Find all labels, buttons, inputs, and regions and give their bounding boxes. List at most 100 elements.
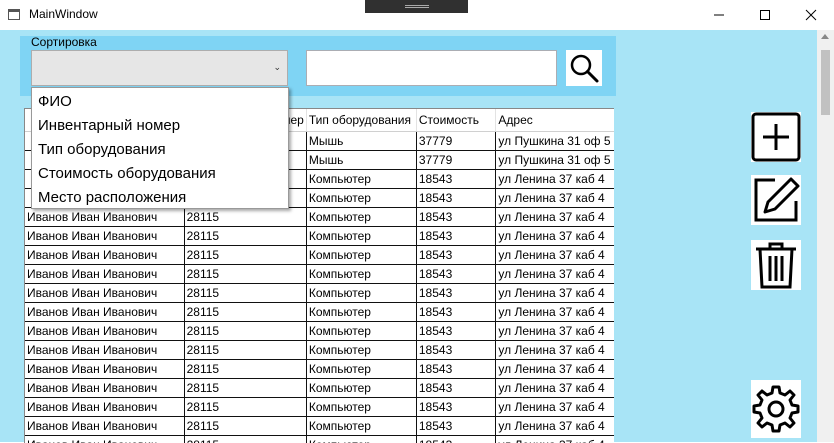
table-cell: 28115 — [184, 359, 307, 379]
table-cell: ул Ленина 37 каб 4 — [495, 188, 614, 208]
table-cell: ул Ленина 37 каб 4 — [495, 245, 614, 265]
table-cell: 18543 — [416, 188, 497, 208]
table-cell: 18543 — [416, 340, 497, 360]
table-cell: Иванов Иван Иванович — [25, 302, 185, 322]
table-cell: 28115 — [184, 245, 307, 265]
table-row[interactable]: Иванов Иван Иванович28115Компьютер18543у… — [25, 416, 614, 436]
table-cell: Компьютер — [306, 321, 417, 341]
table-cell: Иванов Иван Иванович — [25, 264, 185, 284]
table-cell: ул Ленина 37 каб 4 — [495, 226, 614, 246]
table-cell: 28115 — [184, 340, 307, 360]
table-cell: Иванов Иван Иванович — [25, 416, 185, 436]
plus-icon — [751, 112, 801, 162]
close-button[interactable] — [788, 0, 834, 30]
table-cell: ул Ленина 37 каб 4 — [495, 416, 614, 436]
search-icon — [570, 54, 599, 83]
table-cell: Компьютер — [306, 207, 417, 227]
table-cell: 28115 — [184, 321, 307, 341]
table-cell: ул Ленина 37 каб 4 — [495, 264, 614, 284]
maximize-button[interactable] — [742, 0, 788, 30]
table-cell: 28115 — [184, 378, 307, 398]
minimize-icon — [714, 14, 724, 16]
table-cell: 28115 — [184, 264, 307, 284]
search-input[interactable] — [306, 50, 557, 86]
table-row[interactable]: Иванов Иван Иванович28115Компьютер18543у… — [25, 359, 614, 379]
table-cell: Иванов Иван Иванович — [25, 340, 185, 360]
scroll-up-arrow-icon[interactable] — [821, 34, 829, 39]
table-cell: Компьютер — [306, 378, 417, 398]
table-cell: 18543 — [416, 397, 497, 417]
table-cell: Компьютер — [306, 397, 417, 417]
table-cell: 18543 — [416, 283, 497, 303]
table-cell: ул Ленина 37 каб 4 — [495, 340, 614, 360]
column-header[interactable]: Тип оборудования — [306, 109, 417, 132]
table-cell: ул Ленина 37 каб 4 — [495, 397, 614, 417]
column-header[interactable]: Стоимость — [416, 109, 497, 132]
table-row[interactable]: Иванов Иван Иванович28115Компьютер18543у… — [25, 245, 614, 265]
table-row[interactable]: Иванов Иван Иванович28115Компьютер18543у… — [25, 321, 614, 341]
scrollbar-thumb[interactable] — [821, 50, 830, 115]
settings-button[interactable] — [751, 380, 801, 438]
table-cell: 18543 — [416, 359, 497, 379]
table-cell: 28115 — [184, 416, 307, 436]
sort-combobox[interactable]: ⌄ — [31, 50, 288, 86]
snap-grip-handle[interactable] — [365, 0, 468, 13]
table-cell: Иванов Иван Иванович — [25, 226, 185, 246]
table-cell: ул Ленина 37 каб 4 — [495, 302, 614, 322]
column-header[interactable]: Адрес — [495, 109, 614, 132]
table-row[interactable]: Иванов Иван Иванович28115Компьютер18543у… — [25, 378, 614, 398]
delete-button[interactable] — [751, 240, 801, 290]
table-row[interactable]: Иванов Иван Иванович28115Компьютер18543у… — [25, 264, 614, 284]
table-cell: Мышь — [306, 150, 417, 170]
table-row[interactable]: Иванов Иван Иванович28115Компьютер18543у… — [25, 283, 614, 303]
table-cell: 18543 — [416, 321, 497, 341]
table-cell: Компьютер — [306, 359, 417, 379]
table-cell: Компьютер — [306, 283, 417, 303]
table-cell: ул Пушкина 31 оф 5 — [495, 131, 614, 151]
table-cell: Компьютер — [306, 188, 417, 208]
table-cell: 18543 — [416, 245, 497, 265]
table-cell: Компьютер — [306, 226, 417, 246]
gear-icon — [752, 385, 800, 433]
dropdown-option[interactable]: ФИО — [32, 90, 288, 114]
table-row[interactable]: Иванов Иван Иванович28115Компьютер18543у… — [25, 302, 614, 322]
add-button[interactable] — [751, 112, 801, 162]
dropdown-option[interactable]: Тип оборудования — [32, 138, 288, 162]
table-cell: 18543 — [416, 378, 497, 398]
pencil-edit-icon — [754, 177, 800, 222]
table-cell: 18543 — [416, 416, 497, 436]
edit-button[interactable] — [751, 175, 801, 225]
window-vertical-scrollbar[interactable] — [817, 30, 834, 442]
trash-icon — [756, 242, 796, 289]
table-cell: Иванов Иван Иванович — [25, 397, 185, 417]
table-cell: 37779 — [416, 131, 497, 151]
table-cell: 28115 — [184, 226, 307, 246]
table-cell: 18543 — [416, 302, 497, 322]
chevron-down-icon: ⌄ — [273, 63, 281, 73]
table-cell: ул Ленина 37 каб 4 — [495, 321, 614, 341]
table-cell: Компьютер — [306, 340, 417, 360]
sort-dropdown-list: ФИО Инвентарный номер Тип оборудования Стои… — [31, 87, 289, 209]
table-cell: 37779 — [416, 150, 497, 170]
table-row[interactable]: Иванов Иван Иванович28115Компьютер18543у… — [25, 397, 614, 417]
table-cell: ул Ленина 37 каб 4 — [495, 283, 614, 303]
table-row[interactable]: Иванов Иван Иванович28115Компьютер18543у… — [25, 340, 614, 360]
close-icon — [805, 9, 817, 21]
window-title: MainWindow — [29, 7, 98, 21]
dropdown-option[interactable]: Место расположения — [32, 186, 288, 210]
table-cell: Компьютер — [306, 416, 417, 436]
table-cell: Компьютер — [306, 302, 417, 322]
table-cell: 18543 — [416, 207, 497, 227]
table-cell: Компьютер — [306, 264, 417, 284]
table-cell: ул Ленина 37 каб 4 — [495, 169, 614, 189]
minimize-button[interactable] — [696, 0, 742, 30]
table-cell: 28115 — [184, 302, 307, 322]
dropdown-option[interactable]: Стоимость оборудования — [32, 162, 288, 186]
table-cell: 28115 — [184, 397, 307, 417]
table-cell: 18543 — [416, 264, 497, 284]
search-button[interactable] — [566, 50, 602, 86]
dropdown-option[interactable]: Инвентарный номер — [32, 114, 288, 138]
table-row[interactable]: Иванов Иван Иванович28115Компьютер18543у… — [25, 226, 614, 246]
table-cell: 18543 — [416, 169, 497, 189]
table-cell: Иванов Иван Иванович — [25, 378, 185, 398]
